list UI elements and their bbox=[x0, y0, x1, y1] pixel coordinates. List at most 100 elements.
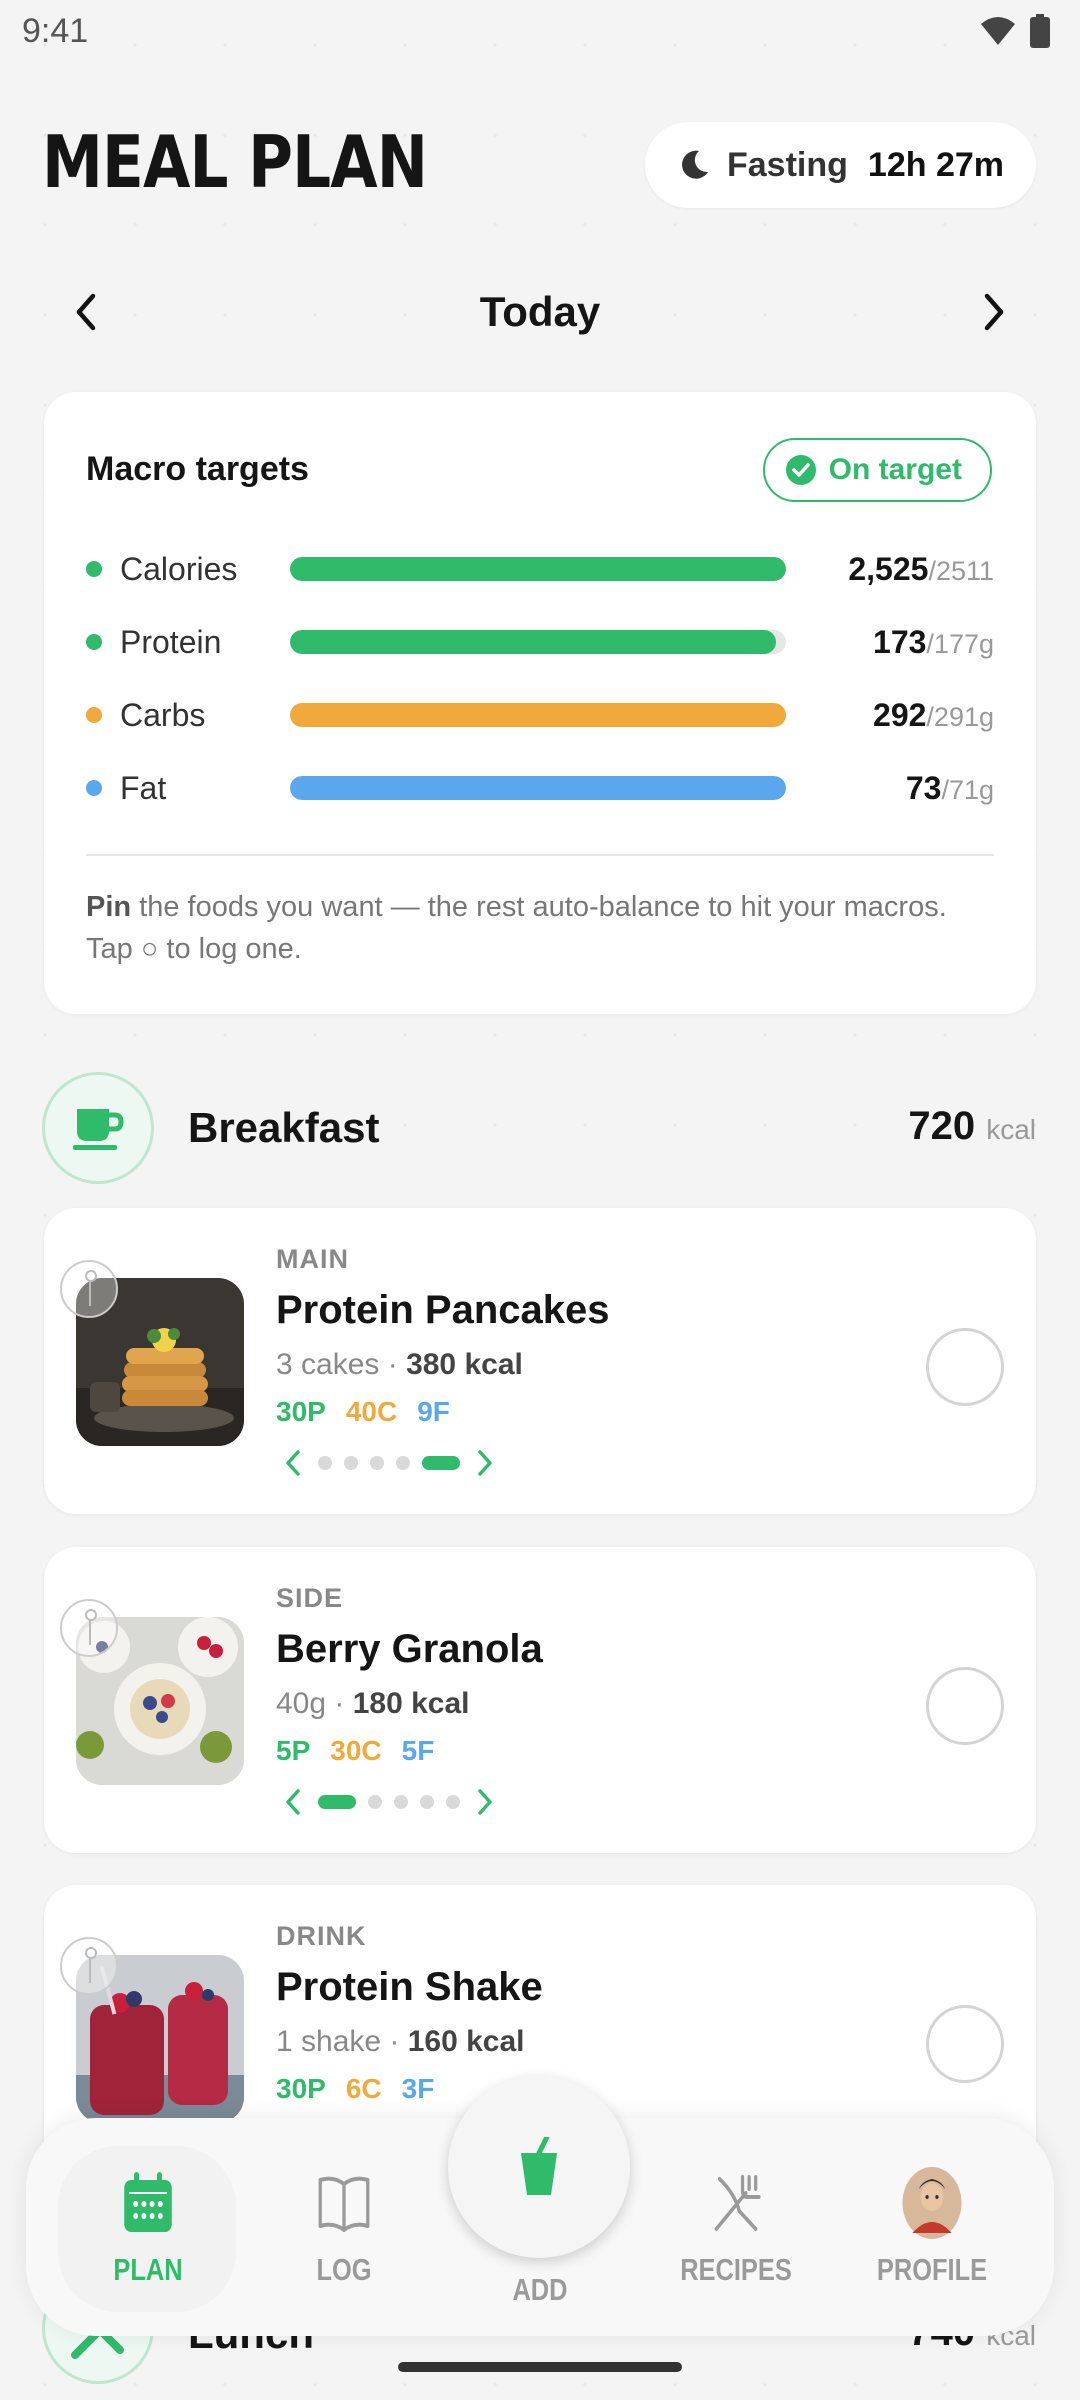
nav-recipes-label: RECIPES bbox=[680, 2252, 792, 2287]
fat-progress-bar bbox=[290, 776, 786, 800]
food-category: SIDE bbox=[276, 1583, 344, 1613]
protein-amount: 30P bbox=[276, 2073, 326, 2104]
pager-dot bbox=[446, 1795, 460, 1809]
nav-log-label: LOG bbox=[316, 2252, 372, 2287]
carbs-progress-bar bbox=[290, 703, 786, 727]
nav-profile[interactable]: PROFILE bbox=[866, 2167, 997, 2288]
carbs-dot bbox=[86, 707, 102, 723]
food-card-protein-pancakes[interactable]: MAIN Protein Pancakes 3 cakes · 380 kcal… bbox=[44, 1208, 1036, 1514]
pager-dot bbox=[318, 1456, 332, 1470]
pager-dot bbox=[394, 1795, 408, 1809]
fasting-timer-pill[interactable]: Fasting 12h 27m bbox=[645, 122, 1036, 208]
protein-dot bbox=[86, 634, 102, 650]
macro-card-title: Macro targets bbox=[86, 450, 309, 488]
calories-dot bbox=[86, 561, 102, 577]
pin-toggle[interactable] bbox=[60, 1937, 118, 1995]
book-icon bbox=[318, 2176, 370, 2232]
calories-value: 2,525 bbox=[848, 550, 929, 587]
food-portion: 3 cakes · 380 kcal bbox=[276, 1348, 523, 1382]
fat-amount: 9F bbox=[417, 1396, 450, 1427]
alternatives-pager bbox=[282, 1448, 496, 1478]
chevron-right-icon bbox=[984, 293, 1004, 331]
food-macros: 30P 40C 9F bbox=[276, 1396, 450, 1428]
nav-plan[interactable]: PLAN bbox=[82, 2168, 213, 2288]
nav-profile-label: PROFILE bbox=[876, 2252, 988, 2287]
protein-amount: 30P bbox=[276, 1396, 326, 1427]
calories-progress-bar bbox=[290, 557, 786, 581]
macro-row-fat: Fat 73/71g bbox=[86, 763, 994, 813]
fat-target: /71g bbox=[941, 774, 994, 805]
food-macros: 5P 30C 5F bbox=[276, 1735, 434, 1767]
carbs-target: /291g bbox=[926, 701, 994, 732]
card-divider bbox=[86, 854, 994, 856]
status-time: 9:41 bbox=[22, 12, 89, 50]
portion-text: 40g · bbox=[276, 1687, 353, 1720]
status-icons bbox=[980, 14, 1050, 48]
protein-progress-fill bbox=[290, 630, 777, 654]
chevron-right-icon[interactable] bbox=[472, 1787, 496, 1817]
food-portion: 1 shake · 160 kcal bbox=[276, 2025, 525, 2059]
calendar-icon bbox=[124, 2172, 172, 2232]
fasting-label: Fasting bbox=[727, 145, 848, 184]
food-category: DRINK bbox=[276, 1921, 367, 1951]
add-button[interactable] bbox=[448, 2076, 630, 2258]
log-checkbox[interactable] bbox=[926, 2005, 1004, 2083]
macro-name: Calories bbox=[120, 550, 238, 587]
pager-dot-active bbox=[318, 1795, 356, 1809]
alternatives-pager bbox=[282, 1787, 496, 1817]
pager-dot bbox=[420, 1795, 434, 1809]
pager-dot-active bbox=[422, 1456, 460, 1470]
nav-add-label: ADD bbox=[512, 2272, 568, 2307]
carbs-amount: 6C bbox=[345, 2073, 382, 2104]
food-category: MAIN bbox=[276, 1244, 349, 1274]
food-card-berry-granola[interactable]: SIDE Berry Granola 40g · 180 kcal 5P 30C 5… bbox=[44, 1547, 1036, 1853]
chevron-right-icon[interactable] bbox=[472, 1448, 496, 1478]
badge-label: On target bbox=[828, 453, 962, 486]
macro-value: 292/291g bbox=[786, 697, 994, 734]
on-target-badge: On target bbox=[762, 438, 992, 502]
nav-recipes[interactable]: RECIPES bbox=[670, 2168, 801, 2288]
log-checkbox[interactable] bbox=[926, 1328, 1004, 1406]
breakfast-kcal-value: 720 bbox=[908, 1104, 976, 1148]
chevron-left-icon[interactable] bbox=[282, 1787, 306, 1817]
protein-amount: 5P bbox=[276, 1735, 311, 1766]
home-indicator bbox=[398, 2362, 682, 2372]
food-name: Protein Pancakes bbox=[276, 1288, 610, 1332]
fasting-value: 12h 27m bbox=[867, 145, 1004, 184]
protein-value: 173 bbox=[873, 623, 927, 660]
nav-log[interactable]: LOG bbox=[278, 2168, 409, 2288]
fork-knife-icon bbox=[714, 2175, 761, 2231]
coffee-cup-icon bbox=[73, 1109, 124, 1150]
pager-dot bbox=[396, 1456, 410, 1470]
carbs-value: 292 bbox=[873, 696, 927, 733]
log-checkbox[interactable] bbox=[926, 1667, 1004, 1745]
food-name: Protein Shake bbox=[276, 1965, 543, 2009]
pin-toggle[interactable] bbox=[60, 1599, 118, 1657]
battery-icon bbox=[1030, 14, 1050, 48]
food-portion: 40g · 180 kcal bbox=[276, 1687, 470, 1721]
calories-progress-fill bbox=[290, 557, 786, 581]
protein-target: /177g bbox=[926, 628, 994, 659]
breakfast-kcal: 720 kcal bbox=[908, 1104, 1036, 1149]
protein-progress-bar bbox=[290, 630, 786, 654]
date-label: Today bbox=[479, 288, 601, 335]
macro-targets-card: Macro targets On target Calories 2,525/2… bbox=[44, 392, 1036, 1014]
breakfast-title: Breakfast bbox=[188, 1104, 380, 1151]
chevron-left-icon[interactable] bbox=[282, 1448, 306, 1478]
macro-value: 73/71g bbox=[786, 770, 994, 807]
next-day-button[interactable] bbox=[964, 282, 1024, 342]
fat-amount: 3F bbox=[401, 2073, 435, 2104]
hint-bold: Pin bbox=[86, 891, 132, 923]
hint-body: the foods you want — the rest auto-balan… bbox=[86, 891, 947, 965]
nav-plan-label: PLAN bbox=[113, 2252, 183, 2287]
food-name: Berry Granola bbox=[276, 1627, 543, 1671]
pager-dot bbox=[368, 1795, 382, 1809]
macro-value: 173/177g bbox=[786, 624, 994, 661]
portion-text: 3 cakes · bbox=[276, 1348, 407, 1381]
carbs-amount: 30C bbox=[330, 1735, 382, 1766]
pager-dot bbox=[344, 1456, 358, 1470]
macro-row-carbs: Carbs 292/291g bbox=[86, 690, 994, 740]
pin-toggle[interactable] bbox=[60, 1260, 118, 1318]
macro-name: Protein bbox=[120, 623, 222, 660]
moon-icon bbox=[682, 150, 708, 179]
